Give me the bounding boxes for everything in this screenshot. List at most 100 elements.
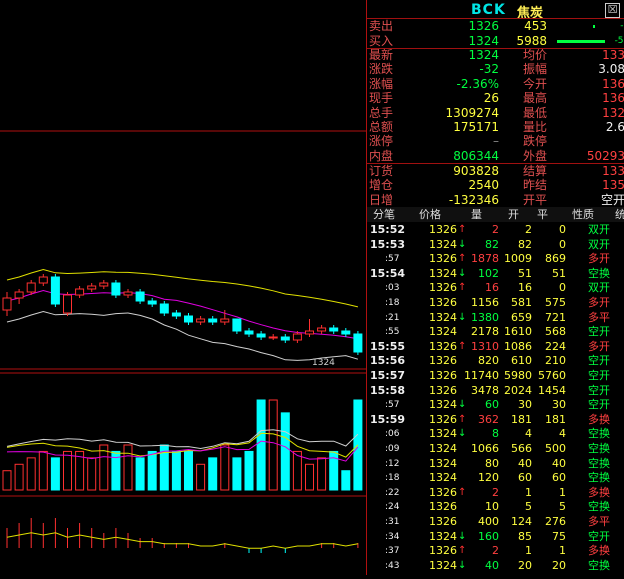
tick-volume: 120 — [478, 471, 499, 485]
table-header-3: 开 — [508, 208, 519, 221]
tick-close: 30 — [552, 398, 566, 412]
tick-close: 4 — [559, 427, 566, 441]
volume-bar — [99, 444, 109, 491]
tick-row[interactable]: :31 1326 400 124 276 多平 — [367, 515, 624, 530]
candle-body — [220, 318, 230, 323]
stat-label: 今开 — [523, 76, 548, 91]
tick-time: :22 — [385, 487, 400, 498]
tick-time: :37 — [385, 546, 400, 557]
tick-close: 1 — [559, 544, 566, 558]
table-header-1: 价格 — [419, 208, 441, 221]
last-price-label: 1324 — [312, 358, 335, 368]
candle-body — [87, 285, 97, 290]
tick-price: 1324 — [429, 325, 457, 339]
tick-price: 1326 — [429, 515, 457, 528]
tick-row[interactable]: :21 1324 ↓ 1380 659 721 多平 — [367, 311, 624, 326]
tick-row[interactable]: 15:59 1326 ↑ 362 181 181 多换 — [367, 413, 624, 428]
tick-row[interactable]: 15:55 1326 ↑ 1310 1086 224 多开 — [367, 340, 624, 355]
tick-row[interactable]: :18 1326 1156 581 575 多开 — [367, 296, 624, 311]
volume-bar — [341, 470, 351, 491]
tick-volume: 400 — [478, 515, 499, 528]
kline-chart-area[interactable]: 1324 — [0, 0, 366, 575]
stat-label: 涨跌 — [369, 62, 394, 77]
candle-body — [2, 297, 12, 311]
tick-row[interactable]: :57 1324 ↓ 60 30 30 空开 — [367, 398, 624, 413]
candle-body — [208, 318, 218, 323]
tick-time: :43 — [385, 560, 400, 571]
tick-row[interactable]: :24 1326 10 5 5 空换 — [367, 500, 624, 515]
tick-price: 1326 — [429, 369, 457, 382]
kline-chart[interactable]: 1324 — [0, 0, 366, 575]
stat-label: 量比 — [523, 120, 548, 134]
tick-open: 51 — [518, 266, 532, 280]
tick-row[interactable]: :55 1324 2178 1610 568 空开 — [367, 325, 624, 340]
tick-price: 1324 — [429, 456, 457, 470]
tick-open: 16 — [518, 281, 532, 295]
tick-open: 82 — [518, 237, 532, 251]
tick-price: 1326 — [429, 281, 457, 295]
tick-row[interactable]: :57 1326 ↑ 1878 1009 869 多开 — [367, 252, 624, 267]
tick-row[interactable]: 15:56 1326 820 610 210 空开 — [367, 354, 624, 369]
tick-volume: 10 — [485, 500, 499, 514]
tick-open: 40 — [518, 456, 532, 470]
candle-body — [280, 336, 290, 341]
tick-nature: 多开 — [588, 339, 610, 353]
tick-open: 2024 — [504, 383, 532, 397]
stat-label: 最高 — [523, 91, 548, 106]
tick-row[interactable]: 15:54 1324 ↓ 102 51 51 空换 — [367, 267, 624, 282]
tick-row[interactable]: :03 1326 ↑ 16 16 0 双开 — [367, 281, 624, 296]
stat-row: 总额 175171 量比 2.6 — [367, 120, 624, 135]
tick-row[interactable]: :37 1326 ↑ 2 1 1 多换 — [367, 544, 624, 559]
tick-row[interactable]: :09 1324 1066 566 500 空换 — [367, 442, 624, 457]
volume-bar — [171, 450, 181, 491]
tick-nature: 空换 — [588, 266, 610, 280]
stat-value: 50293 — [586, 148, 624, 163]
tick-row[interactable]: 15:52 1326 ↑ 2 2 0 双开 — [367, 223, 624, 238]
tick-nature: 双开 — [588, 223, 610, 236]
stat-value: 1324 — [468, 48, 499, 62]
tick-time: :57 — [385, 400, 400, 411]
stat-value: 175171 — [453, 120, 499, 134]
tick-row[interactable]: :34 1324 ↓ 160 85 75 空开 — [367, 530, 624, 545]
tick-row[interactable]: :06 1324 ↓ 8 4 4 空换 — [367, 427, 624, 442]
stat-value: 136 — [602, 76, 624, 91]
stat-label: 总额 — [369, 120, 394, 134]
tick-nature: 空换 — [588, 456, 610, 470]
tick-price: 1326 — [429, 223, 457, 236]
quote-change: -59 — [620, 21, 624, 31]
tick-volume: 2 — [492, 485, 499, 499]
tick-close: 60 — [552, 471, 566, 485]
tick-volume: 60 — [485, 398, 499, 412]
tick-row[interactable]: :12 1324 80 40 40 空换 — [367, 457, 624, 472]
stat-value: -132346 — [448, 192, 499, 207]
volume-bar — [26, 457, 36, 491]
tick-row[interactable]: 15:53 1324 ↓ 82 82 0 双开 — [367, 238, 624, 253]
tick-price: 1326 — [429, 339, 457, 353]
stat-label: 最新 — [369, 48, 394, 62]
tick-nature: 空换 — [588, 558, 610, 572]
tick-row[interactable]: :18 1324 120 60 60 空换 — [367, 471, 624, 486]
stat-label: 跌停 — [523, 134, 548, 149]
tick-close: 869 — [545, 252, 566, 266]
candle-body — [147, 300, 157, 305]
volume-bar — [184, 450, 193, 491]
tick-volume: 160 — [478, 529, 499, 543]
quote-volume: 5988 — [516, 33, 547, 48]
tick-row[interactable]: 15:58 1326 3478 2024 1454 空开 — [367, 384, 624, 399]
tick-time: :06 — [385, 429, 400, 440]
tick-row[interactable]: 15:57 1326 11740 5980 5760 空开 — [367, 369, 624, 384]
tick-close: 75 — [552, 529, 566, 543]
tick-open: 1009 — [504, 252, 532, 266]
close-icon[interactable]: ☒ — [605, 3, 620, 18]
volume-bar — [268, 399, 278, 491]
tick-row[interactable]: :43 1324 ↓ 40 20 20 空换 — [367, 559, 624, 574]
quote-volume: 453 — [524, 19, 547, 33]
tick-close: 0 — [559, 281, 566, 295]
tick-close: 0 — [559, 223, 566, 236]
candle-body — [256, 333, 266, 338]
tick-nature: 空开 — [588, 398, 610, 412]
volume-bar — [50, 457, 60, 491]
stat-label: 涨幅 — [369, 76, 394, 91]
tick-row[interactable]: :22 1326 ↑ 2 1 1 多换 — [367, 486, 624, 501]
tick-time: :18 — [385, 298, 400, 308]
